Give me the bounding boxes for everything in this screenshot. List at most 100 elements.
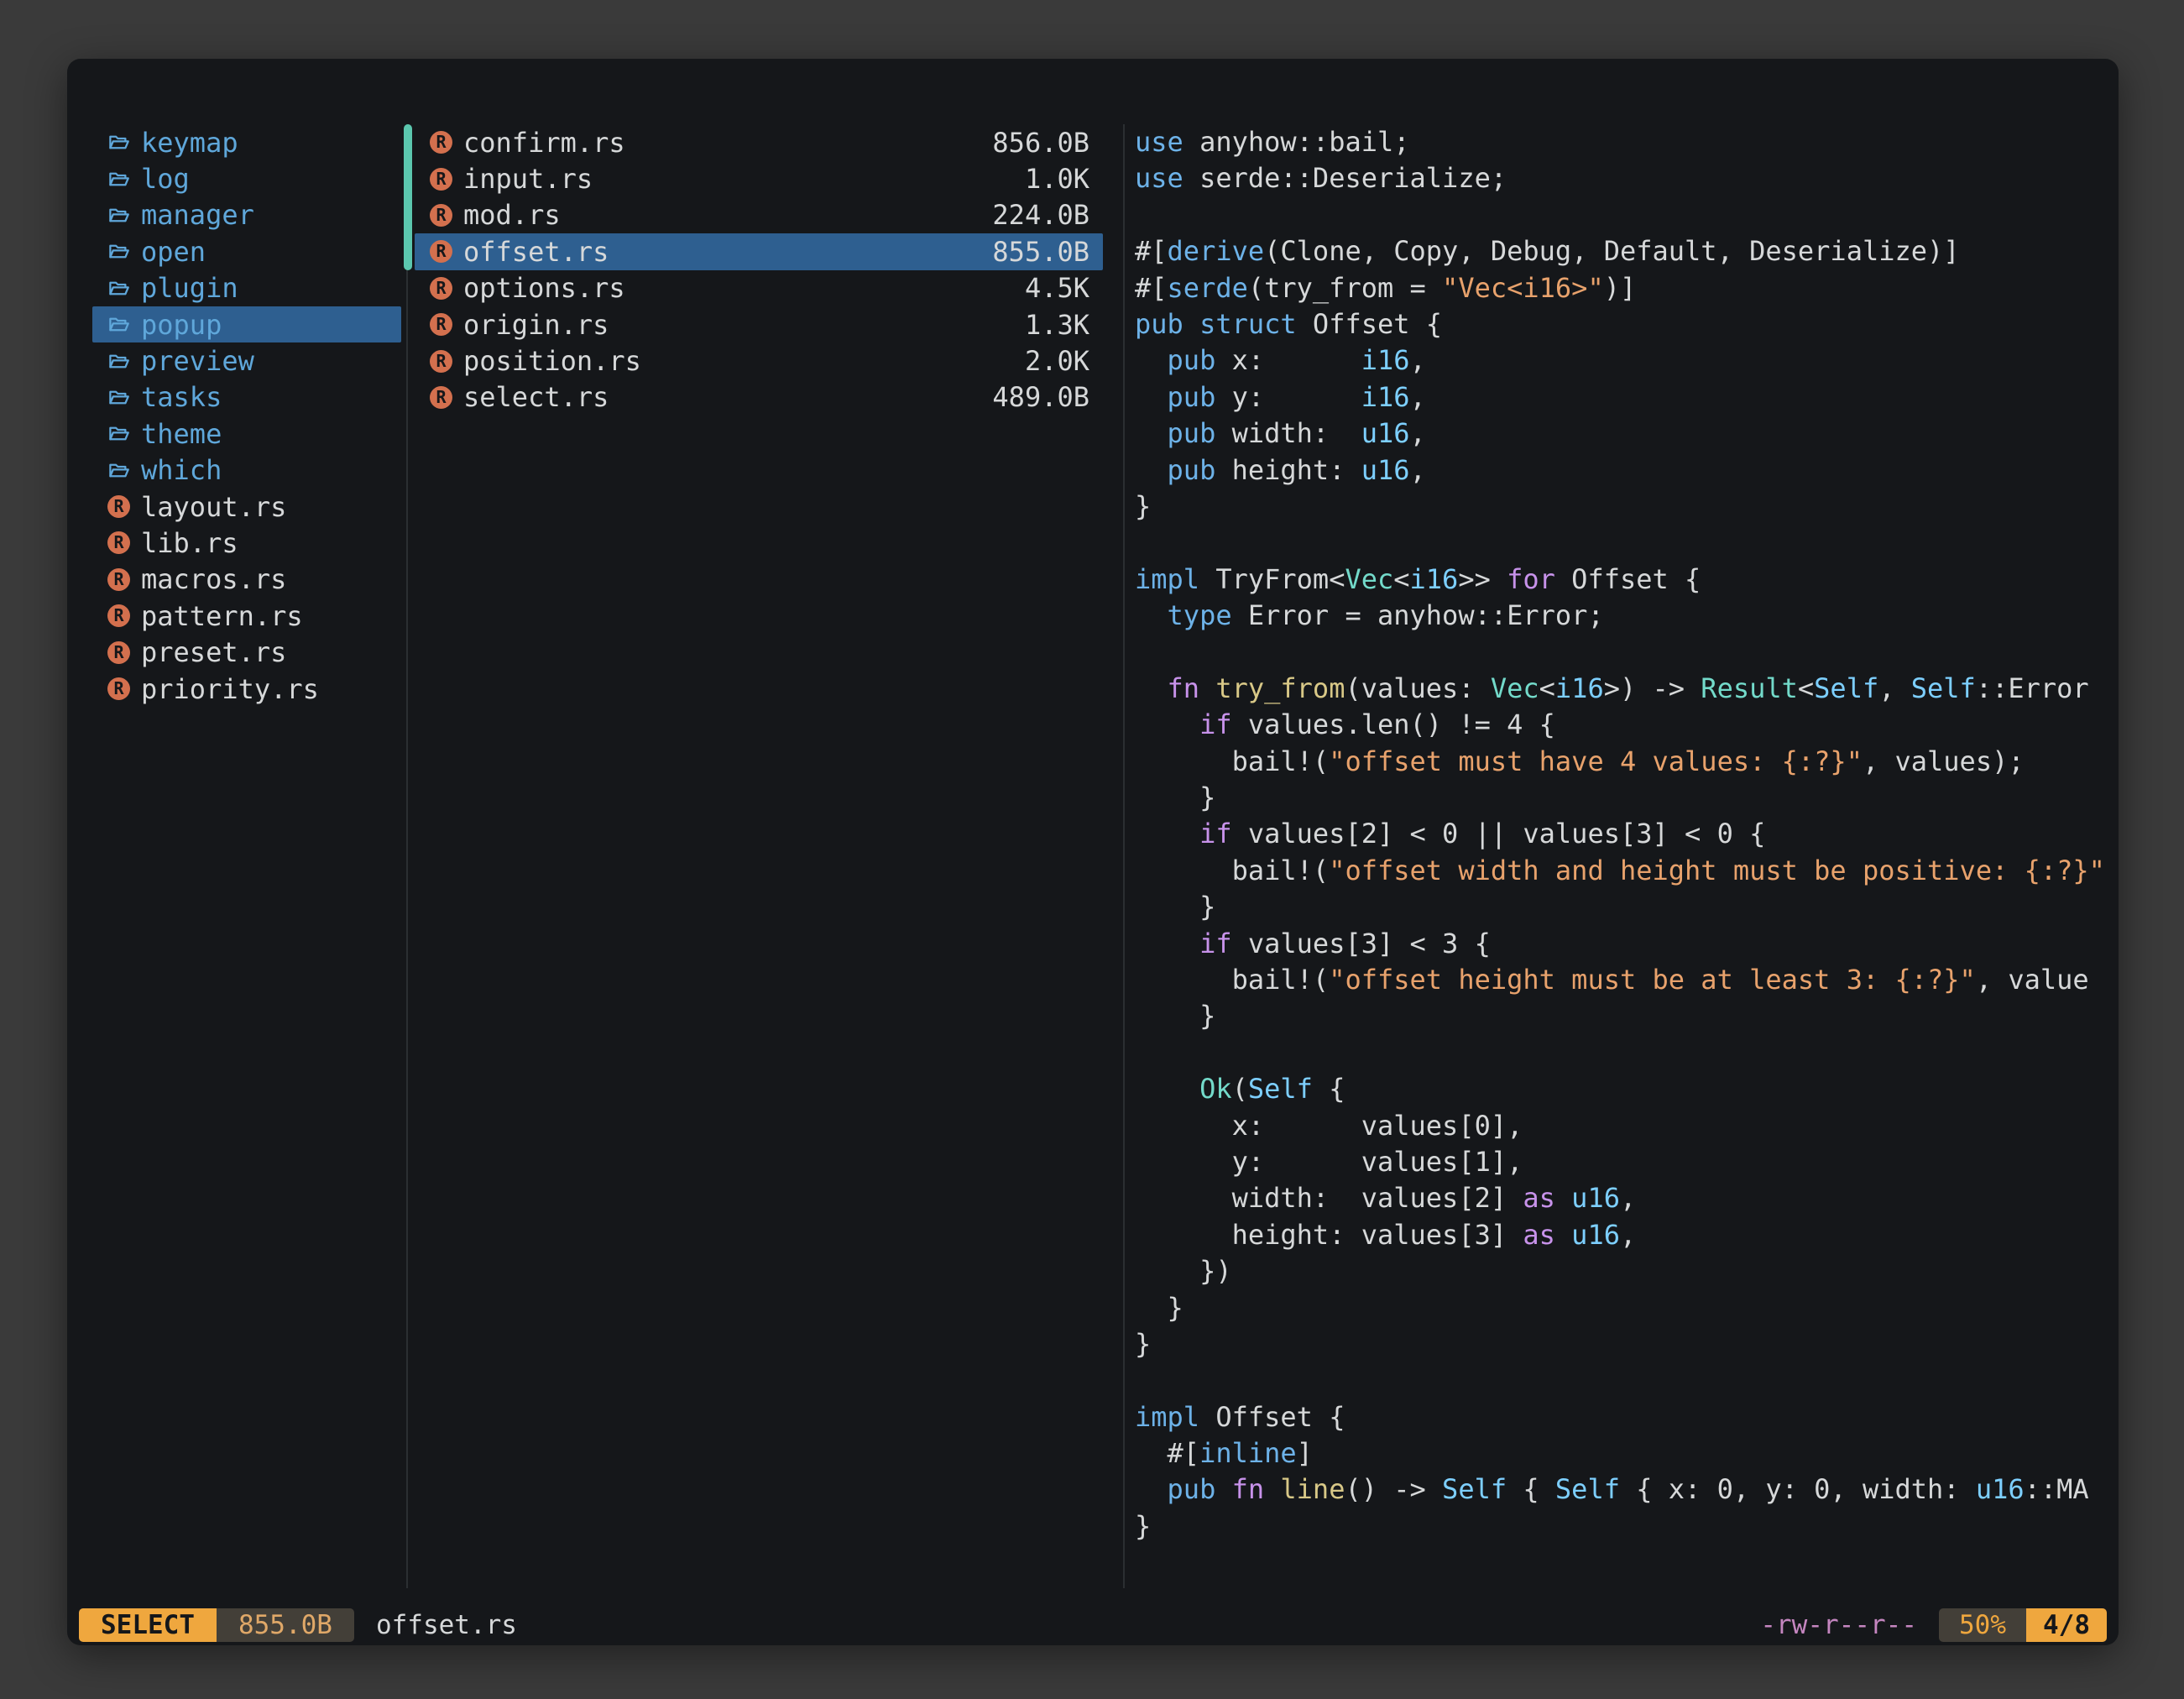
sidebar-dir-item[interactable]: log: [92, 160, 401, 196]
file-row[interactable]: R input.rs 1.0K: [415, 160, 1103, 196]
sidebar-file-item[interactable]: R macros.rs: [92, 562, 401, 598]
rust-file-icon: R: [430, 131, 452, 154]
sidebar-file-item[interactable]: R layout.rs: [92, 489, 401, 525]
sidebar-file-item[interactable]: R lib.rs: [92, 525, 401, 561]
terminal-window: keymap log manager open: [67, 59, 2119, 1645]
file-name: select.rs: [463, 381, 609, 413]
code-line: }: [1135, 1326, 2107, 1362]
sidebar-dir-item[interactable]: theme: [92, 416, 401, 452]
scrollbar-thumb[interactable]: [404, 124, 412, 270]
sidebar-file-item[interactable]: R preset.rs: [92, 634, 401, 670]
sidebar-dir-item[interactable]: keymap: [92, 124, 401, 160]
folder-open-icon: [107, 168, 130, 191]
sidebar-file-item[interactable]: R pattern.rs: [92, 598, 401, 634]
file-name: lib.rs: [141, 527, 238, 559]
file-name: offset.rs: [463, 236, 609, 268]
file-name: confirm.rs: [463, 127, 625, 159]
rust-file-icon: R: [430, 277, 452, 300]
code-line: [1135, 1035, 2107, 1071]
code-line: fn try_from(values: Vec<i16>) -> Result<…: [1135, 671, 2107, 707]
folder-open-icon: [107, 459, 130, 482]
code-line: bail!("offset must have 4 values: {:?}",…: [1135, 744, 2107, 780]
dir-name: tasks: [141, 381, 222, 413]
folder-open-icon: [107, 204, 130, 227]
file-row[interactable]: R confirm.rs 856.0B: [415, 124, 1103, 160]
file-size: 224.0B: [992, 199, 1089, 231]
rust-file-icon: R: [107, 641, 130, 664]
file-name: layout.rs: [141, 491, 286, 523]
rust-file-icon: R: [430, 386, 452, 409]
file-name: pattern.rs: [141, 600, 303, 632]
file-row[interactable]: R select.rs 489.0B: [415, 379, 1103, 416]
rust-file-icon: R: [430, 350, 452, 373]
sidebar-dir-item[interactable]: popup: [92, 306, 401, 342]
dir-name: preview: [141, 345, 254, 377]
sidebar-dir-item[interactable]: open: [92, 233, 401, 269]
file-size: 855.0B: [992, 236, 1089, 268]
file-size: 489.0B: [992, 381, 1089, 413]
current-pane: R confirm.rs 856.0B R input.rs 1.0K R mo…: [415, 124, 1103, 416]
code-line: height: values[3] as u16,: [1135, 1217, 2107, 1253]
code-line: bail!("offset height must be at least 3:…: [1135, 962, 2107, 998]
code-line: }: [1135, 889, 2107, 925]
rust-file-icon: R: [107, 677, 130, 700]
sidebar-dir-item[interactable]: manager: [92, 197, 401, 233]
folder-open-icon: [107, 386, 130, 409]
dir-name: manager: [141, 199, 254, 231]
code-line: [1135, 525, 2107, 561]
pane-separator-right: [1123, 124, 1125, 1588]
file-size-badge: 855.0B: [217, 1608, 354, 1642]
file-row[interactable]: R origin.rs 1.3K: [415, 306, 1103, 342]
folder-open-icon: [107, 350, 130, 373]
sidebar-dir-item[interactable]: which: [92, 452, 401, 489]
scroll-percent-badge: 50%: [1939, 1608, 2026, 1642]
rust-file-icon: R: [430, 240, 452, 263]
sidebar-file-item[interactable]: R priority.rs: [92, 671, 401, 707]
folder-open-icon: [107, 277, 130, 300]
code-content: use anyhow::bail;use serde::Deserialize;…: [1135, 124, 2107, 1545]
rust-file-icon: R: [107, 604, 130, 627]
dir-name: open: [141, 236, 206, 268]
file-row[interactable]: R position.rs 2.0K: [415, 342, 1103, 379]
code-line: }: [1135, 1290, 2107, 1326]
code-line: pub struct Offset {: [1135, 306, 2107, 342]
code-line: }: [1135, 998, 2107, 1034]
folder-open-icon: [107, 313, 130, 336]
code-line: bail!("offset width and height must be p…: [1135, 853, 2107, 889]
rust-file-icon: R: [430, 313, 452, 336]
folder-open-icon: [107, 422, 130, 445]
current-pane-list: R confirm.rs 856.0B R input.rs 1.0K R mo…: [415, 124, 1103, 416]
code-line: [1135, 1362, 2107, 1398]
parent-pane-list: keymap log manager open: [67, 124, 406, 707]
status-right-group: -rw-r--r-- 50% 4/8: [1760, 1608, 2107, 1642]
file-size: 1.3K: [1025, 309, 1089, 341]
dir-name: popup: [141, 309, 222, 341]
code-line: x: values[0],: [1135, 1108, 2107, 1144]
code-line: [1135, 197, 2107, 233]
code-line: }: [1135, 780, 2107, 816]
code-line: if values[3] < 3 {: [1135, 926, 2107, 962]
sidebar-dir-item[interactable]: preview: [92, 342, 401, 379]
code-line: }: [1135, 1508, 2107, 1545]
sidebar-dir-item[interactable]: tasks: [92, 379, 401, 416]
code-line: #[derive(Clone, Copy, Debug, Default, De…: [1135, 233, 2107, 269]
parent-pane: keymap log manager open: [67, 124, 406, 707]
code-line: use anyhow::bail;: [1135, 124, 2107, 160]
file-row[interactable]: R mod.rs 224.0B: [415, 197, 1103, 233]
sidebar-dir-item[interactable]: plugin: [92, 270, 401, 306]
code-line: }: [1135, 489, 2107, 525]
pane-separator-left: [406, 124, 408, 1588]
code-line: pub width: u16,: [1135, 416, 2107, 452]
file-row[interactable]: R options.rs 4.5K: [415, 270, 1103, 306]
file-size: 1.0K: [1025, 163, 1089, 195]
code-line: width: values[2] as u16,: [1135, 1180, 2107, 1216]
dir-name: log: [141, 163, 190, 195]
file-row[interactable]: R offset.rs 855.0B: [415, 233, 1103, 269]
file-size: 856.0B: [992, 127, 1089, 159]
code-line: impl Offset {: [1135, 1399, 2107, 1435]
code-line: pub height: u16,: [1135, 452, 2107, 489]
file-name: input.rs: [463, 163, 593, 195]
code-line: pub x: i16,: [1135, 342, 2107, 379]
code-line: if values.len() != 4 {: [1135, 707, 2107, 743]
file-name: preset.rs: [141, 636, 286, 668]
